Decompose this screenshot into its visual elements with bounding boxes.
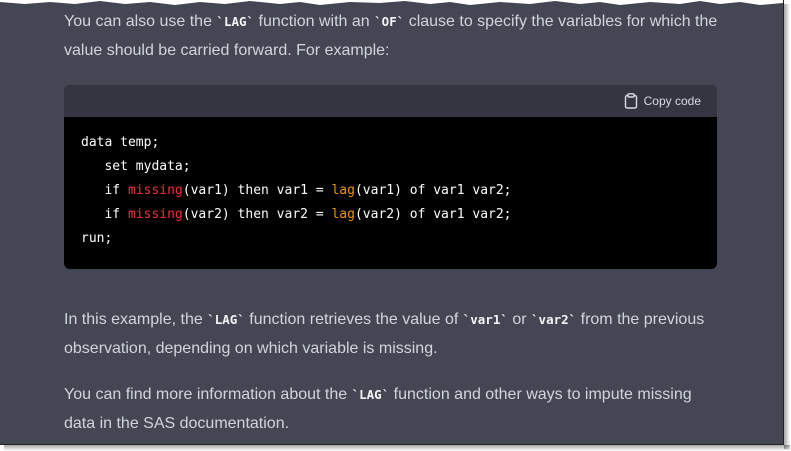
- chat-response-panel: You can also use the `LAG` function with…: [0, 0, 784, 445]
- code-token: if: [104, 207, 128, 222]
- inline-code-lag: `LAG`: [351, 387, 390, 402]
- inline-code-var1: `var1`: [462, 312, 508, 327]
- page-shadow: [784, 4, 790, 449]
- code-line: data temp;: [81, 135, 159, 150]
- code-token: (var1) of var1 var2;: [354, 183, 512, 198]
- page-shadow: [4, 445, 790, 451]
- code-token: (var2) of var1 var2;: [354, 207, 512, 222]
- code-token: (var2) then var2 =: [182, 207, 332, 222]
- code-token-lag: lag: [331, 183, 355, 198]
- code-token-lag: lag: [331, 207, 355, 222]
- clipboard-icon: [624, 93, 638, 109]
- code-line: run;: [81, 231, 112, 246]
- code-token: (var1) then var1 =: [182, 183, 332, 198]
- paragraph-more-info: You can find more information about the …: [64, 381, 724, 438]
- code-token: if: [104, 183, 128, 198]
- text-segment: function with an: [254, 13, 375, 30]
- copy-code-button[interactable]: Copy code: [624, 93, 701, 109]
- torn-edge: [0, 0, 783, 5]
- text-segment: function retrieves the value of: [244, 311, 463, 328]
- code-block-header: Copy code: [64, 85, 717, 117]
- code-line: if missing(var2) then var2 = lag(var2) o…: [81, 207, 512, 222]
- text-segment: In this example, the: [64, 311, 208, 328]
- inline-code-of: `OF`: [374, 14, 405, 29]
- code-token: set mydata;: [104, 159, 191, 174]
- code-token-missing: missing: [127, 207, 183, 222]
- text-segment: or: [507, 311, 532, 328]
- inline-code-lag: `LAG`: [216, 14, 255, 29]
- code-token-missing: missing: [127, 183, 183, 198]
- text-segment: You can also use the: [64, 13, 217, 30]
- text-segment: You can find more information about the: [64, 386, 352, 403]
- inline-code-var2: `var2`: [531, 312, 577, 327]
- code-token: run;: [81, 231, 113, 246]
- code-line: if missing(var1) then var1 = lag(var1) o…: [81, 183, 512, 198]
- sas-code: data temp; set mydata; if missing(var1) …: [64, 117, 717, 251]
- paragraph-lag-explanation: In this example, the `LAG` function retr…: [64, 306, 724, 363]
- paragraph-lag-of-intro: You can also use the `LAG` function with…: [64, 8, 724, 65]
- code-block: Copy code data temp; set mydata; if miss…: [64, 85, 717, 269]
- inline-code-lag: `LAG`: [207, 312, 245, 327]
- code-line: set mydata;: [81, 159, 191, 174]
- code-token: data temp;: [81, 135, 160, 150]
- copy-code-label: Copy code: [643, 94, 701, 108]
